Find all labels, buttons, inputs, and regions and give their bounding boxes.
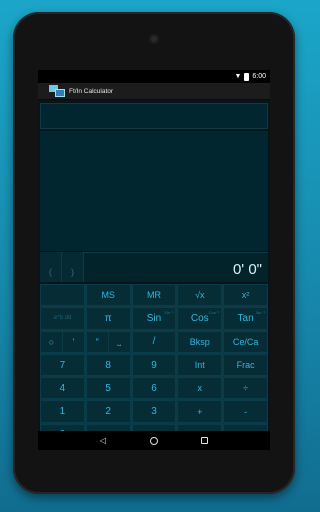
cos-label: Cos — [190, 312, 209, 324]
sin-button[interactable]: Sin Sin⁻¹ — [131, 307, 177, 330]
digit-7-button[interactable]: 7 — [40, 353, 85, 377]
battery-icon — [244, 72, 250, 81]
degree-button[interactable]: ○ — [41, 331, 63, 352]
tan-button[interactable]: Tan Tan⁻¹ — [223, 307, 268, 330]
space-button[interactable]: ⎵ — [109, 332, 130, 352]
clear-button[interactable]: Ce/Ca — [223, 330, 268, 353]
memory-recall-button[interactable]: MR — [131, 284, 177, 307]
asin-label: Sin⁻¹ — [164, 310, 174, 316]
front-camera — [149, 34, 159, 44]
blank-key[interactable] — [40, 284, 85, 307]
unit-keys-left: ○ ' — [40, 330, 85, 353]
tan-label: Tan — [237, 312, 254, 324]
tape-area[interactable] — [40, 131, 268, 251]
digit-3-button[interactable]: 3 — [131, 400, 177, 423]
subtract-button[interactable]: - — [223, 400, 268, 423]
integer-button[interactable]: Int — [177, 353, 223, 377]
backspace-button[interactable]: Bksp — [177, 330, 223, 353]
navigation-bar: ◁ — [38, 431, 270, 450]
digit-6-button[interactable]: 6 — [131, 377, 177, 400]
power-button[interactable]: a^b dd — [40, 307, 85, 330]
square-button[interactable]: x² — [223, 284, 268, 307]
keypad: MS MR √x x² a^b dd π Sin Sin⁻¹ Cos Cos⁻¹… — [40, 284, 268, 447]
atan-label: Tan⁻¹ — [255, 310, 265, 316]
action-bar: Ft/In Calculator — [38, 83, 270, 100]
status-bar: ▼ 6:00 — [38, 70, 270, 83]
recents-icon[interactable] — [201, 437, 209, 444]
main-readout: 0' 0" — [84, 252, 268, 282]
digit-4-button[interactable]: 4 — [40, 377, 85, 400]
back-icon[interactable]: ◁ — [100, 436, 106, 445]
inch-button[interactable]: " — [87, 331, 109, 352]
open-paren-button[interactable]: ( — [40, 252, 62, 282]
close-paren-button[interactable]: ) — [62, 252, 84, 282]
digit-5-button[interactable]: 5 — [85, 377, 131, 400]
pi-button[interactable]: π — [85, 307, 131, 330]
unit-keys-right: " ⎵ — [85, 330, 131, 353]
add-button[interactable]: + — [177, 400, 223, 423]
square-root-button[interactable]: √x — [177, 284, 223, 307]
multiply-button[interactable]: x — [177, 377, 223, 400]
feet-button[interactable]: ' — [63, 332, 84, 352]
divide-button[interactable]: ÷ — [223, 377, 268, 400]
home-icon[interactable] — [149, 436, 158, 445]
fraction-slash-button[interactable]: / — [131, 330, 177, 353]
digit-9-button[interactable]: 9 — [131, 353, 177, 377]
wifi-icon: ▼ — [234, 73, 242, 80]
screen: ▼ 6:00 Ft/In Calculator ( ) 0' 0" MS MR — [38, 70, 270, 450]
display-row: ( ) 0' 0" — [40, 252, 268, 282]
app-title: Ft/In Calculator — [69, 87, 114, 95]
sin-label: Sin — [146, 312, 162, 324]
fraction-button[interactable]: Frac — [223, 353, 268, 377]
calculator-body: ( ) 0' 0" MS MR √x x² a^b dd π Sin Sin⁻¹ — [38, 100, 270, 447]
history-display[interactable] — [40, 103, 268, 129]
digit-8-button[interactable]: 8 — [85, 353, 131, 377]
acos-label: Cos⁻¹ — [208, 310, 220, 316]
cos-button[interactable]: Cos Cos⁻¹ — [177, 307, 223, 330]
status-time: 6:00 — [252, 73, 266, 80]
digit-2-button[interactable]: 2 — [85, 400, 131, 423]
memory-store-button[interactable]: MS — [85, 284, 131, 307]
tablet-frame: ▼ 6:00 Ft/In Calculator ( ) 0' 0" MS MR — [13, 12, 295, 494]
app-icon — [49, 85, 65, 97]
digit-1-button[interactable]: 1 — [40, 400, 85, 423]
